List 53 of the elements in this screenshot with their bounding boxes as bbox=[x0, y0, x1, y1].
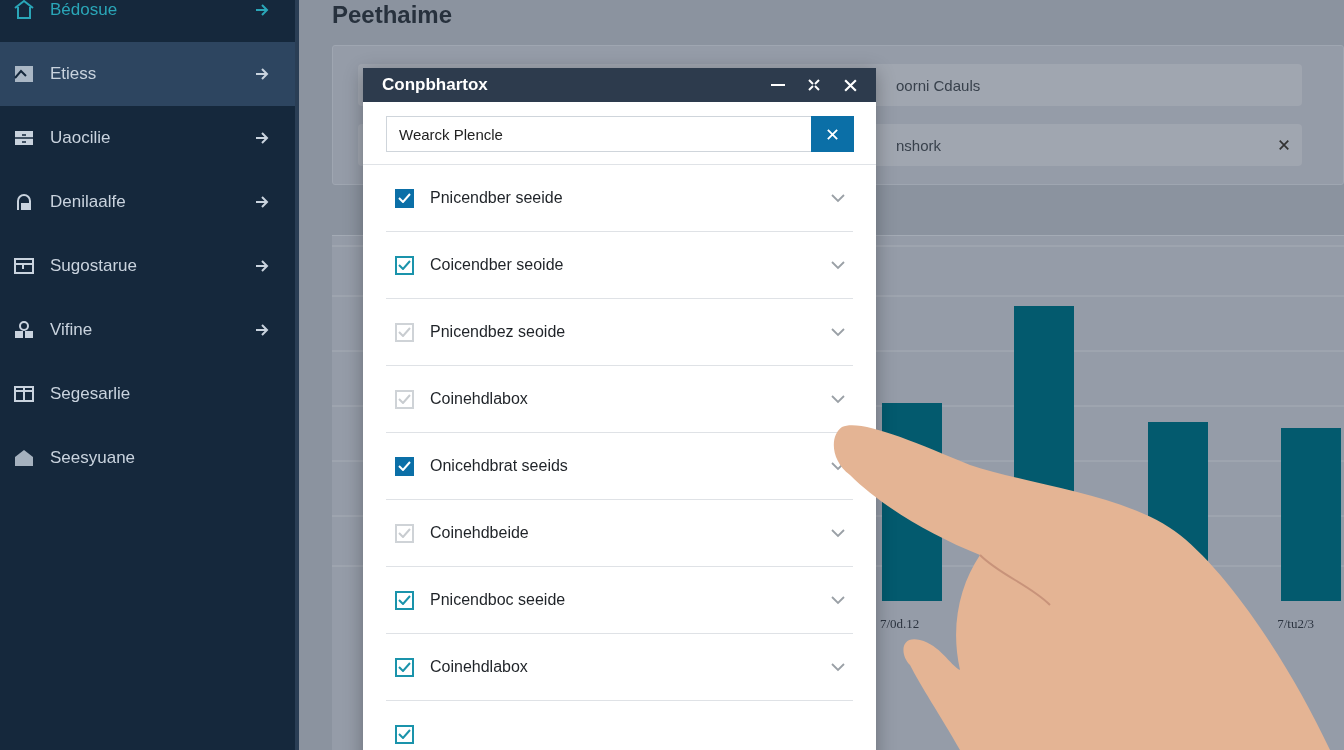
arrow-right-icon bbox=[255, 4, 269, 16]
checkbox-row[interactable]: Coinehdbeide bbox=[386, 500, 853, 567]
chevron-down-icon bbox=[831, 461, 845, 471]
arrow-right-icon bbox=[255, 132, 269, 144]
sidebar-item[interactable]: Seesyuane bbox=[0, 426, 295, 490]
checkbox[interactable] bbox=[395, 188, 414, 208]
sidebar-item[interactable]: Denilaalfe bbox=[0, 170, 295, 234]
checkbox-row[interactable]: Pnicendbez seoide bbox=[386, 299, 853, 366]
close-icon bbox=[826, 127, 839, 141]
checkbox[interactable] bbox=[395, 255, 414, 275]
chevron-down-icon bbox=[831, 327, 845, 337]
sidebar-item[interactable]: Segesarlie bbox=[0, 362, 295, 426]
chevron-down-icon bbox=[831, 595, 845, 605]
sidebar-item[interactable]: Sugostarue bbox=[0, 234, 295, 298]
close-icon bbox=[1278, 139, 1290, 151]
axis-label: 7/0d.12 bbox=[880, 616, 920, 632]
option-label: Pnicendboc seeide bbox=[430, 591, 567, 609]
checkbox[interactable] bbox=[395, 657, 414, 677]
page-title: Peethaime bbox=[332, 0, 454, 30]
chevron-down-icon bbox=[831, 260, 845, 270]
checkbox-row[interactable]: Pnicendber seeide bbox=[386, 165, 853, 232]
arrow-right-icon bbox=[255, 260, 269, 272]
checkbox-row[interactable]: Pnicendboc seeide bbox=[386, 567, 853, 634]
checkbox[interactable] bbox=[395, 724, 414, 744]
chevron-down-icon bbox=[831, 394, 845, 404]
close-icon bbox=[842, 77, 858, 93]
sidebar-item[interactable]: Uaocilie bbox=[0, 106, 295, 170]
sidebar-item[interactable]: Etiess bbox=[0, 42, 295, 106]
option-label: Coicendber seoide bbox=[430, 256, 565, 274]
chevron-down-icon bbox=[831, 662, 845, 672]
option-label: Onicehdbrat seeids bbox=[430, 457, 569, 475]
clear-button[interactable] bbox=[811, 116, 854, 152]
option-label: Coinehdbeide bbox=[430, 524, 530, 542]
shrink-icon bbox=[807, 78, 821, 93]
checkbox-row[interactable]: Coinehdlabox bbox=[386, 634, 853, 701]
checkbox[interactable] bbox=[395, 590, 414, 610]
sidebar-item[interactable]: Bédosue bbox=[0, 0, 295, 42]
chevron-down-icon bbox=[831, 528, 845, 538]
dialog-title: Conpbhartox bbox=[382, 75, 489, 96]
checkbox-row[interactable]: Coicendber seoide bbox=[386, 232, 853, 299]
option-label: Pnicendbez seoide bbox=[430, 323, 567, 341]
arrow-right-icon bbox=[255, 68, 269, 80]
axis-label: 7/tu2/3 bbox=[1277, 616, 1314, 632]
sidebar-item[interactable]: Vifine bbox=[0, 298, 295, 362]
home-icon bbox=[12, 0, 36, 22]
checkbox[interactable] bbox=[395, 456, 414, 476]
arrow-right-icon bbox=[255, 324, 269, 336]
chevron-down-icon bbox=[831, 193, 845, 203]
option-label: Coinehdlabox bbox=[430, 390, 529, 408]
option-label: Coinehdlabox bbox=[430, 658, 529, 676]
option-label: Pnicendber seeide bbox=[430, 189, 564, 207]
search-field[interactable]: Wearck Plencle bbox=[386, 116, 811, 152]
arrow-right-icon bbox=[255, 196, 269, 208]
